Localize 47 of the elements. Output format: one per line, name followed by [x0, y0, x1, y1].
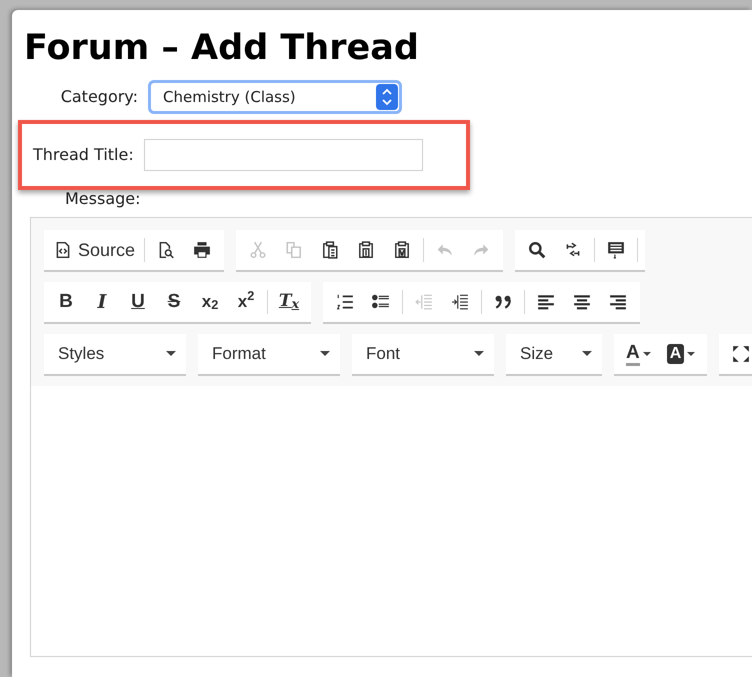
dropdown[interactable]: Styles	[48, 334, 182, 374]
scissors-icon	[249, 241, 268, 259]
swap-arrows-icon	[564, 241, 582, 259]
category-select[interactable]: Chemistry (Class)	[148, 80, 402, 114]
caret-icon	[166, 351, 176, 357]
thread-title-label: Thread Title:	[33, 144, 135, 166]
script-button[interactable]: x$^{2}$	[228, 285, 264, 319]
italic-button[interactable]: I	[84, 285, 120, 319]
expand-arrows-icon	[732, 345, 750, 363]
thread-title-field[interactable]	[144, 139, 423, 171]
dropdown[interactable]: Format	[202, 334, 336, 374]
bullet-list-icon	[372, 293, 390, 311]
remove-format-button[interactable]: T$_{x}$	[271, 285, 307, 319]
printer-icon	[193, 241, 212, 259]
source-code-icon	[54, 241, 72, 259]
caret-icon	[642, 352, 651, 356]
form-icon	[607, 241, 626, 259]
document-magnifier-icon	[157, 241, 176, 259]
underline-button[interactable]: U	[120, 285, 156, 319]
chevron-updown-icon	[376, 84, 398, 110]
bold-button[interactable]: B	[48, 285, 84, 319]
source-button[interactable]: Source	[48, 233, 142, 267]
text-color-button[interactable]: A	[618, 337, 659, 371]
clipboard-icon	[321, 241, 340, 259]
background-color-button[interactable]: A	[658, 337, 704, 371]
script-button[interactable]: x$_{2}$	[192, 285, 228, 319]
category-label: Category:	[60, 86, 139, 108]
caret-icon	[320, 351, 330, 357]
clipboard-icon	[393, 241, 412, 259]
copy-icon	[285, 241, 304, 259]
dropdown[interactable]: Font	[356, 334, 490, 374]
caret-icon	[474, 351, 484, 357]
quote-marks-icon	[494, 293, 512, 311]
clipboard-icon	[357, 241, 376, 259]
indent-icon	[451, 293, 469, 311]
outdent-icon	[415, 293, 433, 311]
caret-icon	[687, 352, 696, 356]
message-label: Message:	[65, 188, 141, 210]
page-title: Forum – Add Thread	[24, 28, 419, 68]
search-icon	[528, 241, 546, 259]
align-center-icon	[573, 293, 591, 311]
dropdown[interactable]: Size	[510, 334, 598, 374]
align-left-icon	[537, 293, 555, 311]
align-right-icon	[609, 293, 627, 311]
strikethrough-button[interactable]: S	[156, 285, 192, 319]
numbered-list-icon	[336, 293, 354, 311]
caret-icon	[582, 351, 592, 357]
